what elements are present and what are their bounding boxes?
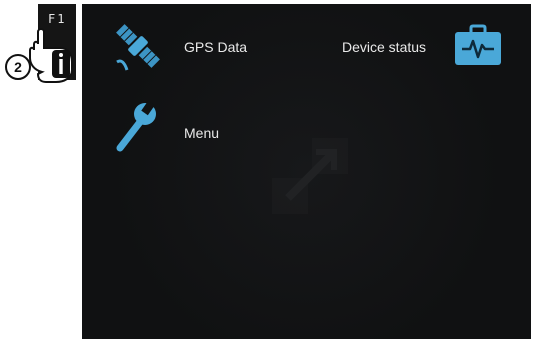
- wrench-icon: [116, 100, 156, 152]
- medical-case-icon: [455, 24, 501, 65]
- satellite-icon: [116, 24, 160, 71]
- device-status-tile[interactable]: Device status: [322, 4, 522, 84]
- device-status-label: Device status: [342, 39, 427, 55]
- step-number-badge: 2: [5, 54, 31, 80]
- fullscreen-watermark-icon: [272, 138, 348, 214]
- gps-data-tile[interactable]: GPS Data: [82, 4, 272, 84]
- menu-label: Menu: [184, 125, 220, 141]
- device-screen: GPS Data Device status Menu: [82, 4, 531, 339]
- menu-tile[interactable]: Menu: [82, 92, 272, 172]
- gps-data-label: GPS Data: [184, 39, 248, 55]
